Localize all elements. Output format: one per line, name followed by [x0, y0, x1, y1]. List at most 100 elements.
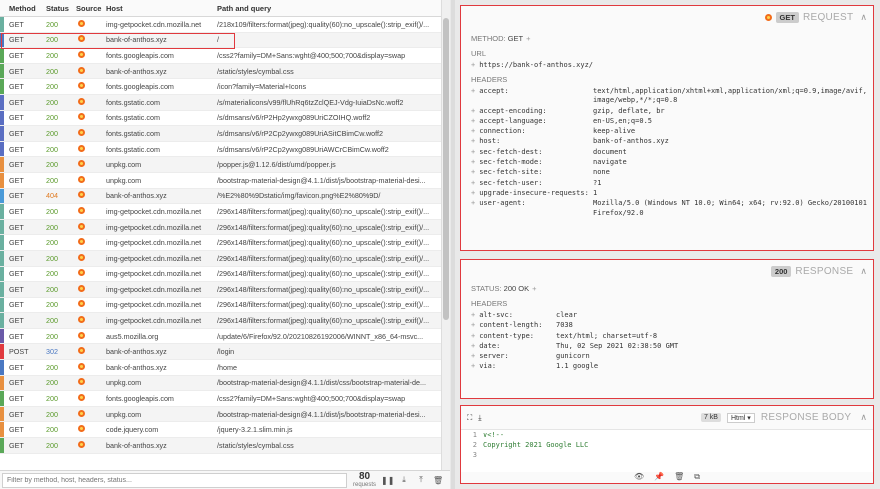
table-row[interactable]: POST 302 bank-of-anthos.xyz/login [0, 344, 441, 361]
pane-divider[interactable] [451, 0, 455, 489]
header-value: text/html,application/xhtml+xml,applicat… [593, 87, 867, 105]
trash-icon[interactable]: 🗑 [674, 472, 684, 481]
expand-plus-icon[interactable]: + [471, 321, 475, 329]
list-scrollbar[interactable] [441, 0, 450, 470]
table-row[interactable]: GET 200 code.jquery.com/jquery-3.2.1.slim.… [0, 422, 441, 439]
expand-plus-icon[interactable]: + [471, 137, 475, 145]
row-path: /login [217, 347, 235, 357]
collapse-chevron-icon[interactable]: ∧ [860, 266, 867, 277]
row-method: GET [9, 269, 24, 279]
eye-icon[interactable]: 👁 [634, 472, 644, 481]
table-row[interactable]: GET 200 img-getpocket.cdn.mozilla.net/296x… [0, 219, 441, 236]
table-row[interactable]: GET 200 fonts.gstatic.com/s/materialicons/… [0, 94, 441, 111]
expand-plus-icon[interactable]: + [471, 332, 475, 340]
firefox-icon [78, 128, 85, 136]
table-row[interactable]: GET 200 img-getpocket.cdn.mozilla.net/296x… [0, 235, 441, 251]
table-row[interactable]: GET 200 bank-of-anthos.xyz/home [0, 360, 441, 376]
firefox-icon [78, 206, 85, 214]
expand-plus-icon[interactable]: + [471, 148, 475, 156]
copy-icon[interactable]: ⧉ [694, 472, 700, 482]
table-row[interactable]: GET 200 img-getpocket.cdn.mozilla.net/296x… [0, 266, 441, 283]
firefox-icon [78, 19, 85, 27]
expand-plus-icon[interactable]: + [471, 189, 475, 197]
collapse-chevron-icon[interactable]: ∧ [860, 412, 867, 423]
row-color-bar [0, 344, 4, 360]
row-path: /296x148/filters:format(jpeg):quality(60… [217, 206, 430, 216]
code-editor[interactable]: 1 ∨<!-- 2 Copyright 2021 Google LLC 3 [461, 430, 873, 472]
header-path[interactable]: Path and query [217, 4, 450, 13]
pause-icon[interactable]: ❚❚ [381, 476, 394, 485]
expand-plus-icon[interactable]: + [471, 168, 475, 176]
expand-plus-icon[interactable]: + [532, 284, 536, 293]
pin-icon[interactable]: 📌 [654, 472, 664, 481]
request-headers-label: HEADERS [471, 75, 508, 84]
row-status: 200 [46, 238, 58, 248]
header-value: none [593, 168, 610, 177]
collapse-chevron-icon[interactable]: ∧ [860, 12, 867, 23]
header-row: + user-agent: Mozilla/5.0 (Windows NT 10.0… [461, 199, 873, 218]
header-host[interactable]: Host [106, 4, 217, 13]
expand-plus-icon[interactable]: + [471, 117, 475, 125]
table-row[interactable]: GET 200 aus5.mozilla.org/update/6/Firefox/… [0, 328, 441, 345]
table-row[interactable]: GET 200 img-getpocket.cdn.mozilla.net/296x… [0, 282, 441, 298]
expand-plus-icon[interactable]: + [471, 199, 475, 207]
table-row[interactable]: GET 200 img-getpocket.cdn.mozilla.net/218x… [0, 17, 441, 33]
expand-plus-icon[interactable]: + [526, 34, 530, 43]
table-row[interactable]: GET 200 fonts.gstatic.com/s/dmsans/v6/rP2C… [0, 141, 441, 158]
expand-plus-icon[interactable]: + [471, 352, 475, 360]
expand-plus-icon[interactable]: + [471, 107, 475, 115]
expand-plus-icon[interactable]: + [471, 158, 475, 166]
table-row[interactable]: GET 200 img-getpocket.cdn.mozilla.net/296x… [0, 297, 441, 314]
expand-plus-icon[interactable]: + [471, 61, 475, 69]
header-status[interactable]: Status [46, 4, 76, 13]
table-row[interactable]: GET 200 fonts.googleapis.com/css2?family=D… [0, 391, 441, 407]
expand-icon[interactable]: ⛶ [467, 413, 472, 423]
expand-plus-icon[interactable]: + [471, 342, 475, 350]
expand-plus-icon[interactable]: + [471, 87, 475, 95]
trash-icon[interactable]: 🗑 [432, 476, 444, 485]
format-select[interactable]: Html ▾ [726, 412, 755, 423]
table-row[interactable]: GET 200 fonts.googleapis.com/css2?family=D… [0, 48, 441, 64]
header-source[interactable]: Source [76, 4, 106, 13]
firefox-icon [78, 144, 85, 152]
row-color-bar [0, 204, 4, 219]
table-row[interactable]: GET 200 unpkg.com/bootstrap-material-desig… [0, 172, 441, 189]
header-row: + accept-language: en-US,en;q=0.5 [461, 117, 873, 126]
row-path: /css2?family=DM+Sans:wght@400;500;700&di… [217, 50, 406, 60]
table-row[interactable]: GET 200 img-getpocket.cdn.mozilla.net/296x… [0, 313, 441, 329]
save-icon[interactable]: ⤓ [478, 413, 481, 423]
table-row[interactable]: GET 200 bank-of-anthos.xyz/static/styles/c… [0, 438, 441, 454]
table-row[interactable]: GET 200 unpkg.com/bootstrap-material-desig… [0, 375, 441, 392]
row-status: 200 [46, 175, 58, 185]
download-icon[interactable]: ⤓ [398, 475, 410, 485]
expand-plus-icon[interactable]: + [471, 179, 475, 187]
table-row[interactable]: GET 404 bank-of-anthos.xyz /%E2%80%9Dstatic… [0, 188, 441, 205]
header-key: connection: [479, 127, 526, 136]
table-row[interactable]: GET 200 unpkg.com/bootstrap-material-desig… [0, 406, 441, 423]
expand-plus-icon[interactable]: + [471, 362, 475, 370]
request-card-header[interactable]: GET REQUEST ∧ [461, 6, 873, 28]
status-badge: 200 [770, 265, 792, 277]
filter-input[interactable] [2, 472, 347, 488]
upload-icon[interactable]: ⤒ [415, 475, 427, 485]
table-row[interactable]: GET 200 unpkg.com/popper.js@1.12.6/dist/um… [0, 157, 441, 173]
table-row[interactable]: GET 200 fonts.gstatic.com/s/dmsans/v6/rP2H… [0, 110, 441, 127]
header-key: date: [479, 341, 501, 350]
scrollbar-thumb[interactable] [443, 18, 449, 320]
table-row[interactable]: GET 200 img-getpocket.cdn.mozilla.net/296x… [0, 204, 441, 220]
row-method: GET [9, 128, 24, 138]
firefox-icon [78, 113, 85, 121]
expand-plus-icon[interactable]: + [471, 311, 475, 319]
row-color-bar [0, 375, 4, 391]
table-row[interactable]: GET 200 bank-of-anthos.xyz / [0, 32, 441, 49]
row-path: /296x148/filters:format(jpeg):quality(60… [217, 300, 430, 310]
expand-plus-icon[interactable]: + [471, 127, 475, 135]
row-status: 200 [46, 253, 58, 263]
response-card-header[interactable]: 200 RESPONSE ∧ [461, 260, 873, 282]
table-row[interactable]: GET 200 bank-of-anthos.xyz/static/styles/c… [0, 63, 441, 80]
row-method: GET [9, 253, 24, 263]
table-row[interactable]: GET 200 fonts.googleapis.com/icon?family=M… [0, 79, 441, 95]
header-method[interactable]: Method [0, 4, 46, 13]
table-row[interactable]: GET 200 img-getpocket.cdn.mozilla.net/296x… [0, 250, 441, 267]
table-row[interactable]: GET 200 fonts.gstatic.com/s/dmsans/v6/rP2C… [0, 126, 441, 142]
